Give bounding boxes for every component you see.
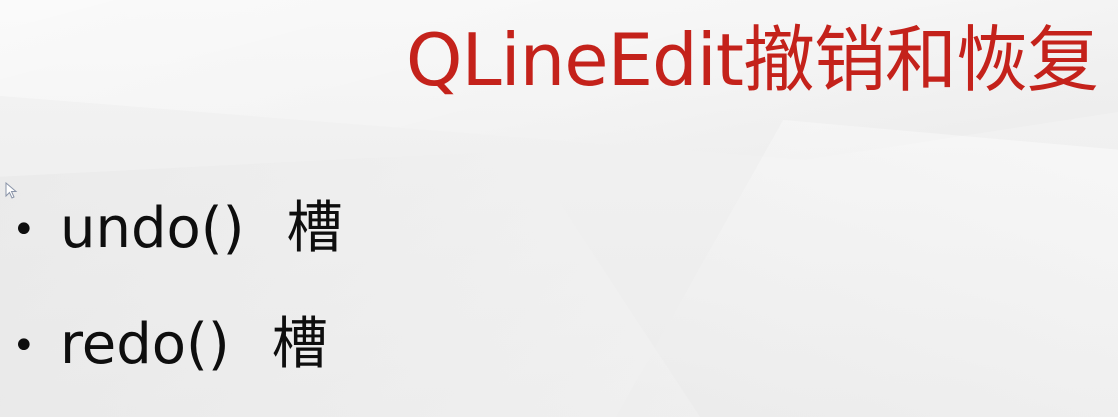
background-facet: [615, 120, 1118, 417]
slide-title: QLineEdit撤销和恢复: [405, 18, 1099, 102]
slot-label: 槽: [286, 196, 343, 261]
bullet-marker: •: [12, 323, 36, 369]
method-name-undo: undo(): [60, 196, 245, 261]
bullet-list: • undo() 槽 • redo() 槽: [12, 195, 343, 417]
bullet-item-redo: • redo() 槽: [12, 311, 343, 379]
bullet-marker: •: [12, 207, 36, 253]
method-name-redo: redo(): [60, 312, 230, 377]
slot-label: 槽: [271, 312, 328, 377]
bullet-item-undo: • undo() 槽: [12, 195, 343, 263]
